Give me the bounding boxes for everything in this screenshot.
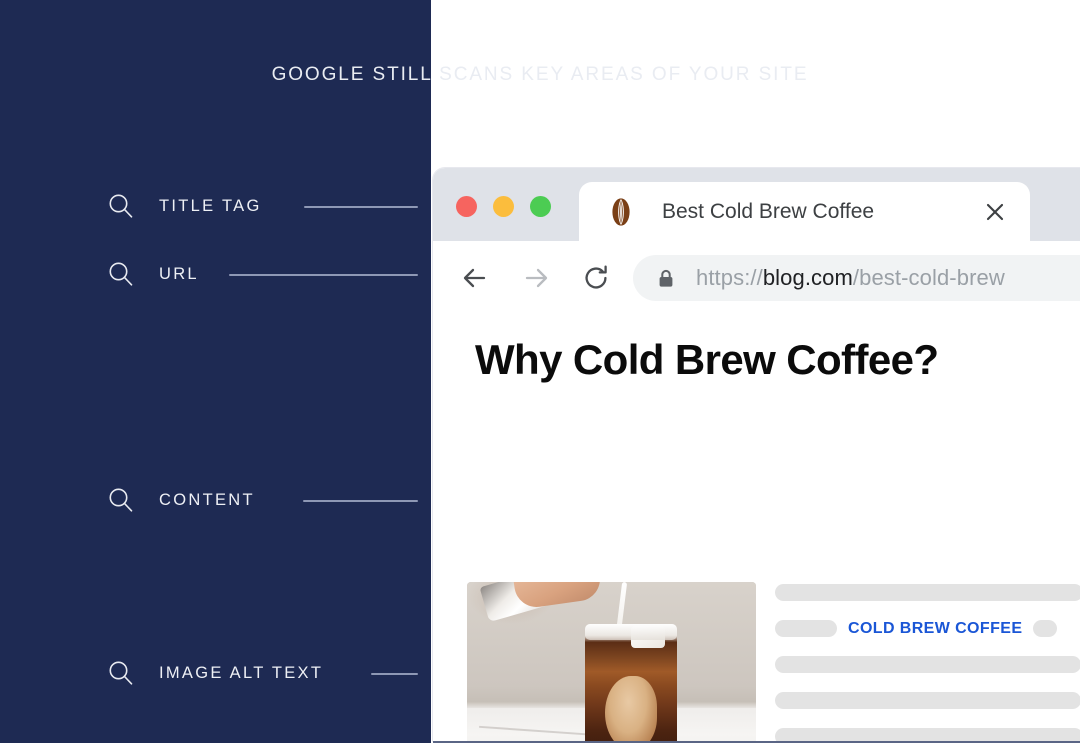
sidebar-item-label: CONTENT [159, 490, 255, 509]
connector-line-title-tag [304, 206, 418, 208]
sidebar-item-label: URL [159, 264, 199, 283]
connector-line-url [229, 274, 418, 276]
text-skeleton-row [775, 654, 1080, 675]
text-placeholder-bar [775, 656, 1080, 673]
connector-line-content [303, 500, 418, 502]
arrow-right-icon[interactable] [522, 264, 550, 292]
text-placeholder-bar [1033, 620, 1058, 637]
article-image-card: <alt="Glass of cold brew coffee with mil… [467, 582, 756, 741]
coffee-bean-icon [608, 197, 634, 227]
browser-tab-title: Best Cold Brew Coffee [662, 199, 875, 223]
article-link[interactable]: COLD BREW COFFEE [848, 620, 1022, 638]
browser-toolbar: https://blog.com/best-cold-brew [433, 241, 1080, 314]
search-icon [106, 259, 136, 289]
minimize-window-button[interactable] [493, 196, 514, 217]
milk-swirl [605, 676, 657, 741]
search-icon [106, 658, 136, 688]
text-skeleton-row: COLD BREW COFFEE [775, 618, 1080, 639]
browser-window: Best Cold Brew Coffee https://blog.com/b… [433, 168, 1080, 741]
sidebar-item-label: IMAGE ALT TEXT [159, 663, 324, 682]
window-controls [456, 196, 551, 217]
maximize-window-button[interactable] [530, 196, 551, 217]
url-path: /best-cold-brew [852, 265, 1005, 290]
arrow-left-icon[interactable] [461, 264, 489, 292]
url-scheme: https:// [696, 265, 763, 290]
text-placeholder-bar [775, 584, 1080, 601]
browser-tab[interactable]: Best Cold Brew Coffee [579, 182, 1030, 241]
sidebar-item-url[interactable]: URL [106, 257, 199, 291]
address-bar-url: https://blog.com/best-cold-brew [696, 265, 1005, 291]
text-skeleton-row [775, 726, 1080, 741]
close-icon[interactable] [984, 201, 1006, 223]
close-window-button[interactable] [456, 196, 477, 217]
address-bar[interactable]: https://blog.com/best-cold-brew [633, 255, 1080, 301]
text-skeleton-row [775, 582, 1080, 603]
sidebar-item-title-tag[interactable]: TITLE TAG [106, 189, 262, 223]
navy-background-panel [0, 0, 431, 743]
reload-icon[interactable] [582, 264, 610, 292]
search-icon [106, 191, 136, 221]
lock-icon [658, 269, 674, 288]
text-placeholder-bar [775, 692, 1080, 709]
sidebar-item-image-alt-text[interactable]: IMAGE ALT TEXT [106, 656, 323, 690]
cold-brew-photo [467, 582, 756, 741]
sidebar-item-content[interactable]: CONTENT [106, 483, 255, 517]
web-page-content: Why Cold Brew Coffee? <alt="Glass of [433, 314, 1080, 741]
search-icon [106, 485, 136, 515]
article-text-skeleton: COLD BREW COFFEECOLD BREW COFFEE [775, 582, 1080, 741]
text-placeholder-bar [775, 620, 837, 637]
url-host: blog.com [762, 265, 853, 290]
mason-jar [585, 624, 677, 741]
article-heading: Why Cold Brew Coffee? [475, 336, 939, 383]
page-title: GOOGLE STILL SCANS KEY AREAS OF YOUR SIT… [271, 64, 809, 85]
text-placeholder-bar [775, 728, 1080, 741]
sidebar-item-label: TITLE TAG [159, 196, 262, 215]
text-skeleton-row [775, 690, 1080, 711]
jar-rim [585, 624, 677, 640]
browser-tab-strip: Best Cold Brew Coffee [433, 168, 1080, 241]
connector-line-image-alt-text [371, 673, 418, 675]
screenshot-root: GOOGLE STILL SCANS KEY AREAS OF YOUR SIT… [0, 0, 1080, 743]
